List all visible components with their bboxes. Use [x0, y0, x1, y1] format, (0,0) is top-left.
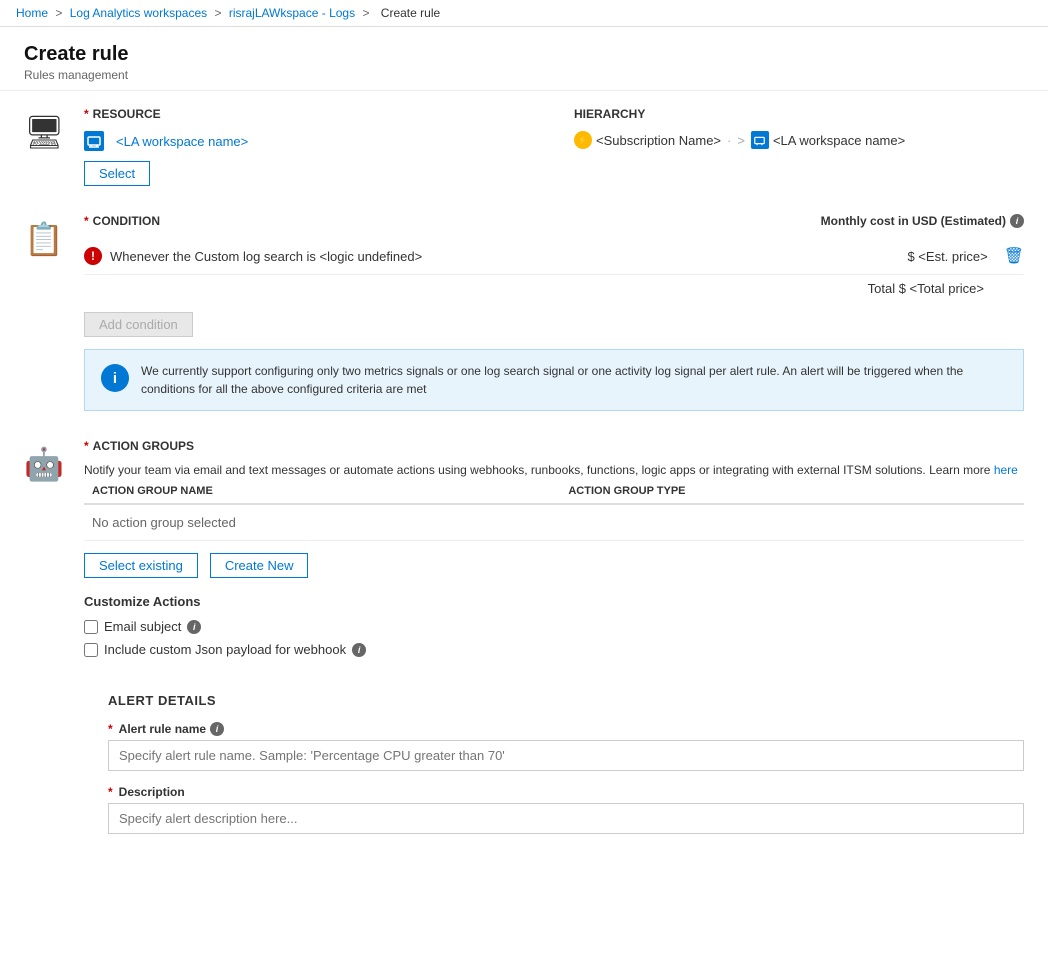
hierarchy-subscription: ⚡ <Subscription Name>	[574, 131, 721, 149]
col-group-name: ACTION GROUP NAME	[84, 479, 560, 504]
subscription-icon: ⚡	[574, 131, 592, 149]
hierarchy-workspace: <LA workspace name>	[751, 131, 905, 149]
action-groups-desc: Notify your team via email and text mess…	[84, 463, 1024, 477]
breadcrumb-home[interactable]: Home	[16, 6, 48, 20]
page-subtitle: Rules management	[24, 68, 1024, 82]
condition-label: * CONDITION	[84, 214, 160, 228]
breadcrumb-workspaces[interactable]: Log Analytics workspaces	[70, 6, 207, 20]
hierarchy-label: HIERARCHY	[574, 107, 1024, 121]
monthly-cost-label: Monthly cost in USD (Estimated) i	[821, 214, 1024, 228]
subscription-name: <Subscription Name>	[596, 133, 721, 148]
info-box-text: We currently support configuring only tw…	[141, 362, 1007, 398]
resource-icon: 🖥	[24, 107, 84, 186]
learn-more-link[interactable]: here	[994, 463, 1018, 477]
email-subject-checkbox[interactable]	[84, 620, 98, 634]
condition-icon: 📋	[24, 214, 84, 411]
condition-row: ! Whenever the Custom log search is <log…	[84, 238, 1024, 275]
est-price: $ <Est. price>	[907, 249, 987, 264]
description-input[interactable]	[108, 803, 1024, 834]
condition-error-icon: !	[84, 247, 102, 265]
info-box: i We currently support configuring only …	[84, 349, 1024, 411]
col-resource: * RESOURCE <LA workspace name> Select	[84, 107, 534, 186]
col-hierarchy: HIERARCHY ⚡ <Subscription Name> · > <	[574, 107, 1024, 186]
action-buttons-row: Select existing Create New	[84, 553, 1024, 578]
breadcrumb-current: Create rule	[381, 6, 440, 20]
customize-actions-label: Customize Actions	[84, 594, 1024, 609]
email-subject-info-icon: i	[187, 620, 201, 634]
alert-rule-name-group: * Alert rule name i	[108, 722, 1024, 771]
action-groups-body: * ACTION GROUPS Notify your team via ema…	[84, 439, 1024, 665]
condition-body: * CONDITION Monthly cost in USD (Estimat…	[84, 214, 1024, 411]
workspace-hierarchy-icon	[751, 131, 769, 149]
info-icon-circle: i	[101, 364, 129, 392]
condition-left: ! Whenever the Custom log search is <log…	[84, 247, 422, 265]
description-group: * Description	[108, 785, 1024, 834]
webhook-payload-label: Include custom Json payload for webhook	[104, 642, 346, 657]
condition-text: Whenever the Custom log search is <logic…	[110, 249, 422, 264]
rule-name-input[interactable]	[108, 740, 1024, 771]
select-existing-button[interactable]: Select existing	[84, 553, 198, 578]
webhook-payload-row: Include custom Json payload for webhook …	[84, 642, 1024, 657]
resource-name: <LA workspace name>	[116, 134, 248, 149]
resource-required: *	[84, 107, 89, 121]
resource-hierarchy-cols: * RESOURCE <LA workspace name> Select HI…	[84, 107, 1024, 186]
description-field-label: * Description	[108, 785, 1024, 799]
select-resource-button[interactable]: Select	[84, 161, 150, 186]
webhook-payload-checkbox[interactable]	[84, 643, 98, 657]
no-group-text: No action group selected	[84, 504, 1024, 541]
alert-details-section: ALERT DETAILS * Alert rule name i * Desc…	[24, 693, 1024, 834]
alert-details-label: ALERT DETAILS	[108, 693, 1024, 708]
customize-actions: Customize Actions Email subject i Includ…	[84, 594, 1024, 657]
webhook-info-icon: i	[352, 643, 366, 657]
page-title: Create rule	[24, 43, 1024, 66]
email-subject-label: Email subject	[104, 619, 181, 634]
condition-section: 📋 * CONDITION Monthly cost in USD (Estim…	[24, 214, 1024, 411]
breadcrumb-logs[interactable]: risrajLAWkspace - Logs	[229, 6, 355, 20]
rule-name-field-label: * Alert rule name i	[108, 722, 1024, 736]
action-groups-icon: 🤖	[24, 439, 84, 665]
resource-body: * RESOURCE <LA workspace name> Select HI…	[84, 107, 1024, 186]
resource-row: <LA workspace name>	[84, 131, 534, 151]
col-group-type: ACTION GROUP TYPE	[560, 479, 1024, 504]
total-label: Total $ <Total price>	[868, 281, 984, 296]
action-groups-label: * ACTION GROUPS	[84, 439, 1024, 453]
delete-condition-icon[interactable]: 🗑	[1004, 246, 1024, 266]
condition-right: $ <Est. price> 🗑	[907, 246, 1024, 266]
create-new-button[interactable]: Create New	[210, 553, 309, 578]
action-groups-table: ACTION GROUP NAME ACTION GROUP TYPE No a…	[84, 479, 1024, 541]
no-group-row: No action group selected	[84, 504, 1024, 541]
hierarchy-sep: ·	[727, 133, 731, 148]
workspace-icon	[84, 131, 104, 151]
hierarchy-arrow: >	[737, 133, 745, 148]
breadcrumb: Home > Log Analytics workspaces > risraj…	[0, 0, 1048, 27]
main-content: 🖥 * RESOURCE <LA workspace name> Select	[0, 91, 1048, 864]
rule-name-info-icon: i	[210, 722, 224, 736]
email-subject-row: Email subject i	[84, 619, 1024, 634]
resource-section: 🖥 * RESOURCE <LA workspace name> Select	[24, 107, 1024, 186]
action-groups-section: 🤖 * ACTION GROUPS Notify your team via e…	[24, 439, 1024, 665]
page-header: Create rule Rules management	[0, 27, 1048, 91]
total-row: Total $ <Total price>	[84, 275, 1024, 302]
monthly-cost-info-icon: i	[1010, 214, 1024, 228]
add-condition-button: Add condition	[84, 312, 193, 337]
workspace-hierarchy-name: <LA workspace name>	[773, 133, 905, 148]
resource-label: * RESOURCE	[84, 107, 534, 121]
hierarchy-chain: ⚡ <Subscription Name> · > <LA workspace …	[574, 131, 1024, 149]
